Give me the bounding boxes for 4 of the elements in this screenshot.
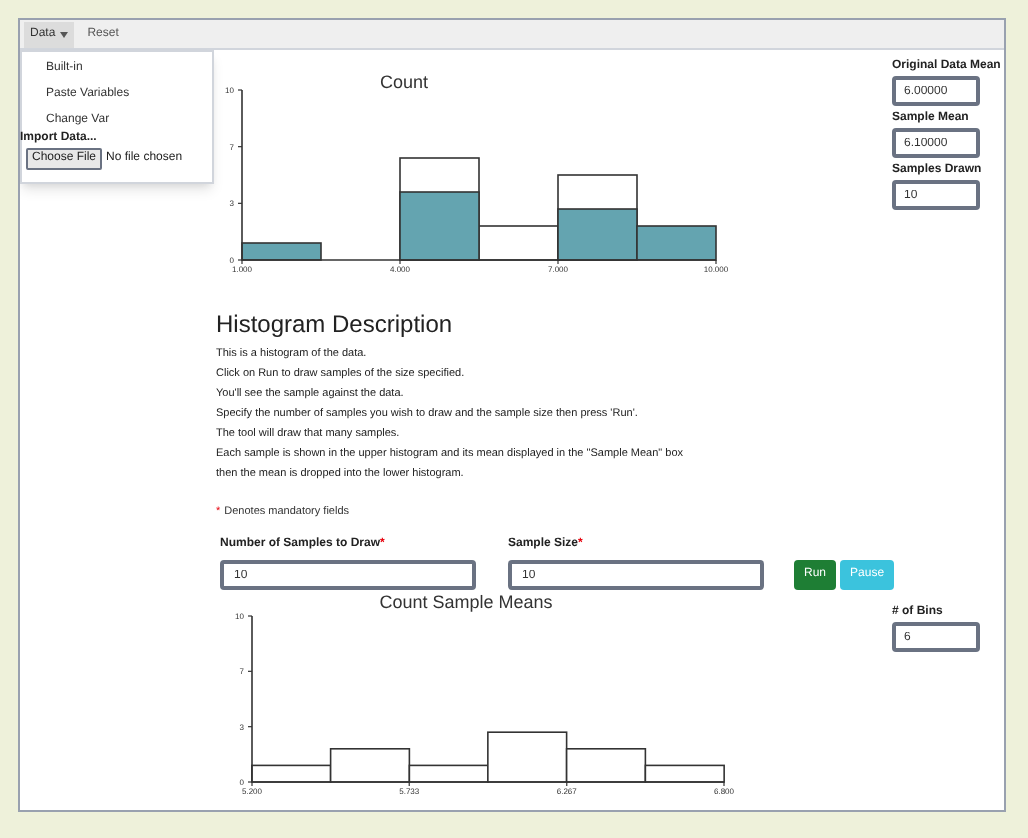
- caret-icon: [59, 31, 68, 37]
- section-heading: Histogram Description: [216, 310, 455, 338]
- chart-title: Count: [379, 72, 429, 92]
- chart-title: Count Sample Means: [379, 592, 553, 612]
